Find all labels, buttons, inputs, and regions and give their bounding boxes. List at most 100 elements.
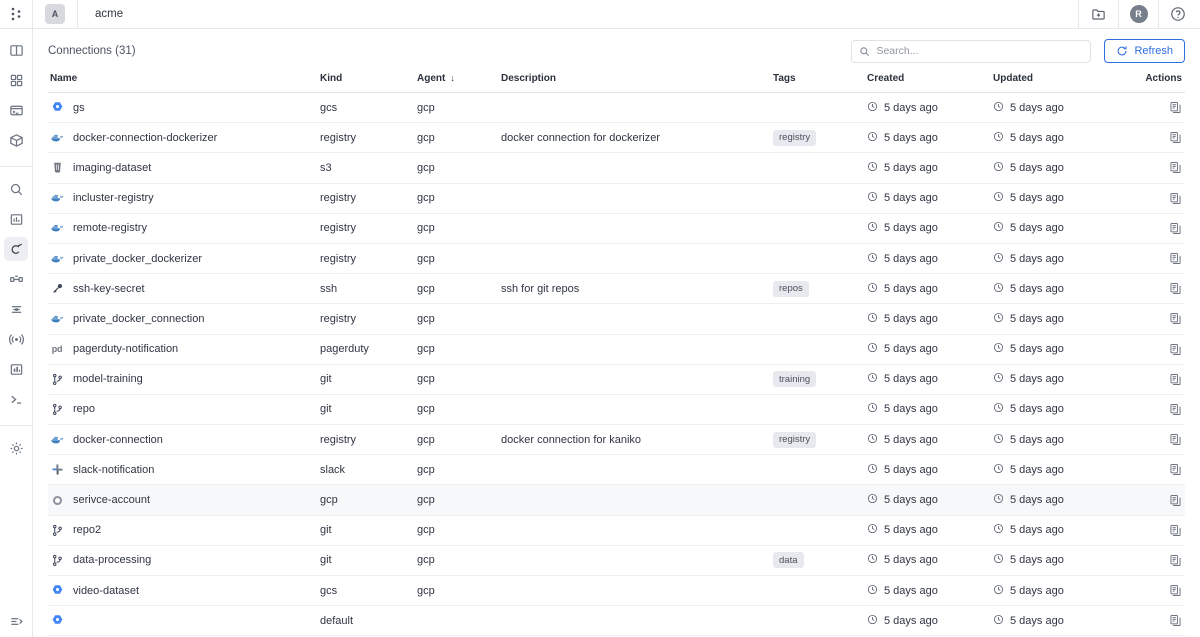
copy-icon[interactable] — [1169, 131, 1182, 144]
package-icon[interactable] — [4, 128, 28, 152]
cell-actions — [1118, 606, 1185, 636]
cell-tags — [773, 394, 867, 424]
table-row[interactable]: pd pagerduty-notification pagerduty gcp 5 d… — [48, 334, 1185, 365]
table-row[interactable]: default 5 days ago 5 days ago — [48, 606, 1185, 636]
topbar-actions: R — [1078, 0, 1200, 29]
cell-actions — [1118, 576, 1185, 606]
copy-icon[interactable] — [1169, 463, 1182, 476]
refresh-button[interactable]: Refresh — [1104, 39, 1185, 63]
tag-badge[interactable]: registry — [773, 129, 817, 146]
clock-icon — [993, 252, 1004, 266]
updated-time: 5 days ago — [1010, 312, 1064, 325]
terminal-window-icon[interactable] — [4, 98, 28, 122]
cell-kind: registry — [320, 433, 357, 446]
copy-icon[interactable] — [1169, 403, 1182, 416]
cell-agent: gcp — [417, 282, 435, 295]
table-row[interactable]: docker-connection-dockerizer registry gcp d… — [48, 123, 1185, 153]
col-header-agent[interactable]: Agent ↓ — [417, 73, 501, 93]
table-row[interactable]: remote-registry registry gcp 5 days ago 5 da… — [48, 213, 1185, 244]
stack-icon[interactable] — [4, 297, 28, 321]
copy-icon[interactable] — [1169, 252, 1182, 265]
table-head: Name Kind Agent ↓ Description Tags Create… — [48, 73, 1185, 93]
workspace-title[interactable]: acme — [95, 8, 123, 20]
settings-gear-icon[interactable] — [4, 436, 28, 460]
updated-time: 5 days ago — [1010, 252, 1064, 265]
table-row[interactable]: data-processing git gcp data 5 days ago 5 day… — [48, 545, 1185, 576]
table-row[interactable]: slack-notification slack gcp 5 days ago 5 da… — [48, 455, 1185, 485]
search-icon[interactable] — [4, 177, 28, 201]
connection-name: gs — [73, 101, 85, 114]
copy-icon[interactable] — [1169, 494, 1182, 507]
table-row[interactable]: repo git gcp 5 days ago 5 days ago — [48, 394, 1185, 425]
panels-icon[interactable] — [4, 38, 28, 62]
chart-icon[interactable] — [4, 207, 28, 231]
copy-icon[interactable] — [1169, 312, 1182, 325]
copy-icon[interactable] — [1169, 161, 1182, 174]
tag-badge[interactable]: training — [773, 371, 817, 388]
copy-icon[interactable] — [1169, 282, 1182, 295]
cell-created: 5 days ago — [867, 334, 993, 364]
col-header-updated[interactable]: Updated — [993, 73, 1118, 93]
cell-created: 5 days ago — [867, 304, 993, 334]
copy-icon[interactable] — [1169, 433, 1182, 446]
collapse-sidebar-icon[interactable] — [0, 614, 32, 629]
cell-agent: gcp — [417, 343, 435, 356]
cell-name: model-training — [48, 364, 320, 394]
table-row[interactable]: private_docker_dockerizer registry gcp 5 da… — [48, 243, 1185, 274]
copy-icon[interactable] — [1169, 373, 1182, 386]
apps-grid-icon[interactable] — [4, 68, 28, 92]
cell-kind: registry — [320, 192, 357, 205]
workspace-badge[interactable]: A — [45, 4, 65, 24]
table-row[interactable]: docker-connection registry gcp docker conne… — [48, 425, 1185, 455]
help-icon[interactable] — [1158, 0, 1200, 29]
new-folder-icon[interactable] — [1078, 0, 1118, 29]
cell-kind: gcp — [320, 494, 338, 507]
cell-name: slack-notification — [48, 455, 320, 485]
search-input[interactable] — [876, 45, 1084, 57]
col-header-tags[interactable]: Tags — [773, 73, 867, 93]
col-header-kind[interactable]: Kind — [320, 73, 417, 93]
connections-icon[interactable] — [4, 237, 28, 261]
updated-time: 5 days ago — [1010, 524, 1064, 537]
col-header-created[interactable]: Created — [867, 73, 993, 93]
copy-icon[interactable] — [1169, 584, 1182, 597]
copy-icon[interactable] — [1169, 101, 1182, 114]
rail-logo[interactable] — [0, 0, 32, 29]
connection-name: serivce-account — [73, 494, 151, 507]
updated-time: 5 days ago — [1010, 101, 1064, 114]
connection-name: private_docker_dockerizer — [73, 252, 203, 265]
copy-icon[interactable] — [1169, 524, 1182, 537]
search-box[interactable] — [851, 39, 1092, 63]
col-header-description[interactable]: Description — [501, 73, 773, 93]
copy-icon[interactable] — [1169, 222, 1182, 235]
tag-badge[interactable]: data — [773, 552, 804, 569]
table-row[interactable]: serivce-account gcp gcp 5 days ago 5 days ag… — [48, 484, 1185, 516]
table-row[interactable]: gs gcs gcp 5 days ago 5 days ago — [48, 93, 1185, 123]
table-row[interactable]: private_docker_connection registry gcp 5 da… — [48, 304, 1185, 334]
tag-badge[interactable]: repos — [773, 280, 809, 297]
clock-icon — [993, 282, 1004, 296]
copy-icon[interactable] — [1169, 343, 1182, 356]
tag-badge[interactable]: registry — [773, 431, 817, 448]
pipeline-icon[interactable] — [4, 267, 28, 291]
broadcast-icon[interactable] — [4, 327, 28, 351]
cell-kind: registry — [320, 252, 357, 265]
col-header-name[interactable]: Name — [48, 73, 320, 93]
cell-description — [501, 545, 773, 575]
docker-icon — [50, 131, 64, 145]
table-row[interactable]: incluster-registry registry gcp 5 days ago 5… — [48, 183, 1185, 214]
table-row[interactable]: imaging-dataset s3 gcp 5 days ago 5 days ago — [48, 153, 1185, 184]
table-row[interactable]: repo2 git gcp 5 days ago 5 days ago — [48, 515, 1185, 546]
user-avatar[interactable]: R — [1118, 0, 1158, 29]
copy-icon[interactable] — [1169, 192, 1182, 205]
copy-icon[interactable] — [1169, 554, 1182, 567]
cell-agent: gcp — [417, 554, 435, 567]
updated-time: 5 days ago — [1010, 584, 1064, 597]
table-row[interactable]: ssh-key-secret ssh gcp ssh for git repos rep… — [48, 274, 1185, 304]
table-row[interactable]: model-training git gcp training 5 days ago 5 … — [48, 364, 1185, 395]
copy-icon[interactable] — [1169, 614, 1182, 627]
console-icon[interactable] — [4, 387, 28, 411]
clock-icon — [867, 282, 878, 296]
bar-chart-icon[interactable] — [4, 357, 28, 381]
table-row[interactable]: video-dataset gcs gcp 5 days ago 5 days ago — [48, 576, 1185, 606]
